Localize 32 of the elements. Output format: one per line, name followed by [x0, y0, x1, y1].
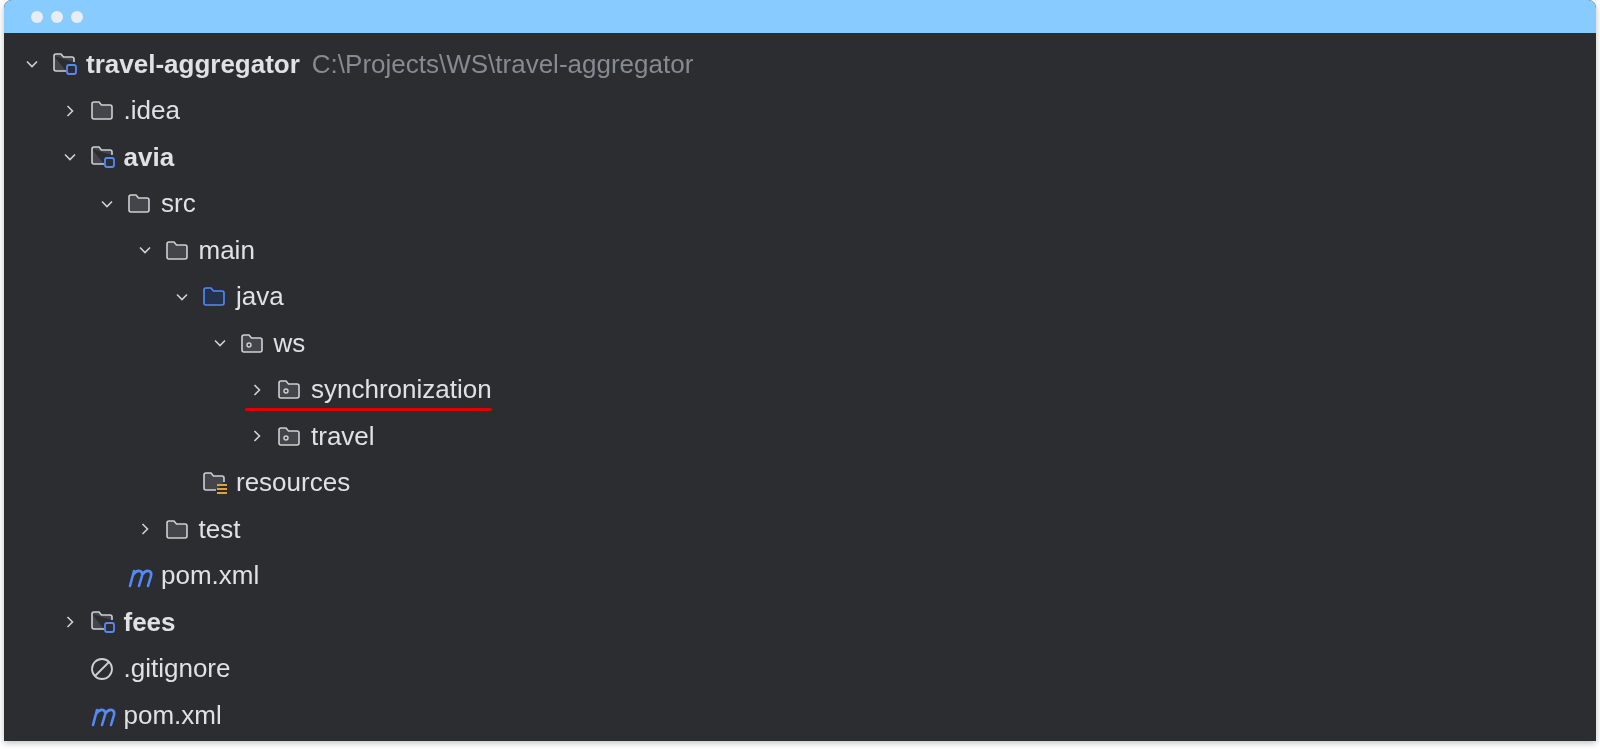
- project-path: C:\Projects\WS\travel-aggregator: [311, 47, 694, 81]
- tree-item-label[interactable]: travel-aggregator: [86, 44, 300, 84]
- tree-item-label[interactable]: ws: [273, 323, 306, 363]
- window-dot[interactable]: [31, 10, 43, 23]
- tree-item-label[interactable]: main: [198, 230, 255, 270]
- window-dot[interactable]: [51, 10, 63, 23]
- package-folder-icon: [277, 425, 301, 447]
- tree-item-label[interactable]: .idea: [123, 91, 180, 131]
- package-folder-icon: [277, 379, 301, 401]
- tree-item-label[interactable]: pom.xml: [161, 556, 260, 596]
- folder-icon: [164, 239, 189, 261]
- tree-item-label[interactable]: java: [236, 277, 284, 317]
- tree-item-label[interactable]: .gitignore: [123, 649, 231, 689]
- module-folder-icon: [89, 145, 116, 170]
- tree-item-label[interactable]: fees: [123, 602, 176, 642]
- tree-item-label[interactable]: synchronization: [311, 370, 492, 410]
- tree-item-label[interactable]: travel: [311, 416, 375, 456]
- package-folder-icon: [239, 332, 264, 354]
- folder-icon: [127, 193, 151, 215]
- source-folder-icon: [202, 286, 226, 308]
- folder-icon: [164, 518, 189, 540]
- ignore-file-icon: [89, 656, 114, 681]
- tree-item-label[interactable]: test: [198, 509, 241, 549]
- tree-item-label[interactable]: avia: [123, 137, 175, 177]
- module-folder-icon: [52, 52, 78, 77]
- module-folder-icon: [89, 610, 116, 635]
- tree-item-label[interactable]: pom.xml: [123, 695, 222, 735]
- tree-item-label[interactable]: resources: [236, 463, 351, 503]
- tree-item-label[interactable]: src: [161, 184, 196, 224]
- resources-folder-icon: [202, 470, 228, 495]
- folder-icon: [89, 100, 114, 122]
- window-dot[interactable]: [71, 10, 83, 23]
